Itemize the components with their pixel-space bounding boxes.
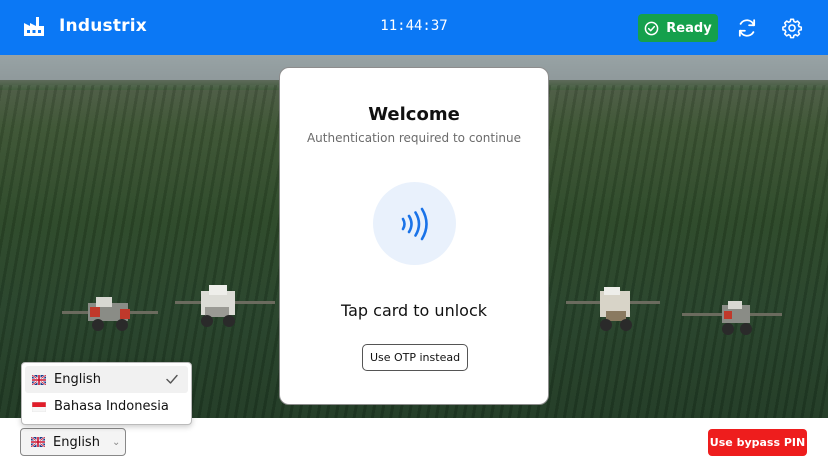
use-bypass-pin-button[interactable]: Use bypass PIN — [708, 429, 807, 456]
check-icon — [166, 374, 178, 384]
tractor — [175, 285, 275, 327]
nfc-reader — [373, 182, 456, 265]
check-circle-icon — [644, 21, 659, 35]
status-ready-button[interactable]: Ready — [638, 14, 718, 42]
card-subtitle: Authentication required to continue — [306, 131, 522, 145]
footer-bar: English ⌄ Use bypass PIN — [0, 418, 828, 466]
use-otp-button[interactable]: Use OTP instead — [362, 344, 468, 371]
card-title: Welcome — [368, 104, 460, 125]
nfc-icon — [401, 207, 428, 240]
chevron-down-icon: ⌄ — [111, 436, 121, 448]
language-option-label: English — [54, 372, 101, 387]
language-option-bahasa-indonesia[interactable]: Bahasa Indonesia — [25, 393, 188, 420]
language-option-english[interactable]: English — [25, 366, 188, 393]
language-option-label: Bahasa Indonesia — [54, 399, 169, 414]
tractor — [62, 297, 158, 331]
top-bar: Industrix 11:44:37 Ready — [0, 0, 828, 55]
language-menu: English Bahasa Indonesia — [21, 362, 192, 425]
tap-card-prompt: Tap card to unlock — [340, 301, 488, 320]
tractor — [682, 301, 782, 335]
status-label: Ready — [666, 20, 712, 36]
gear-icon[interactable] — [781, 17, 803, 39]
tractor — [566, 287, 660, 331]
language-select-value: English — [53, 434, 100, 450]
refresh-icon[interactable] — [736, 17, 758, 39]
auth-card: Welcome Authentication required to conti… — [279, 67, 549, 405]
uk-flag-icon — [31, 437, 45, 447]
uk-flag-icon — [32, 374, 46, 385]
indonesia-flag-icon — [32, 401, 46, 412]
language-select[interactable]: English ⌄ — [20, 428, 126, 456]
